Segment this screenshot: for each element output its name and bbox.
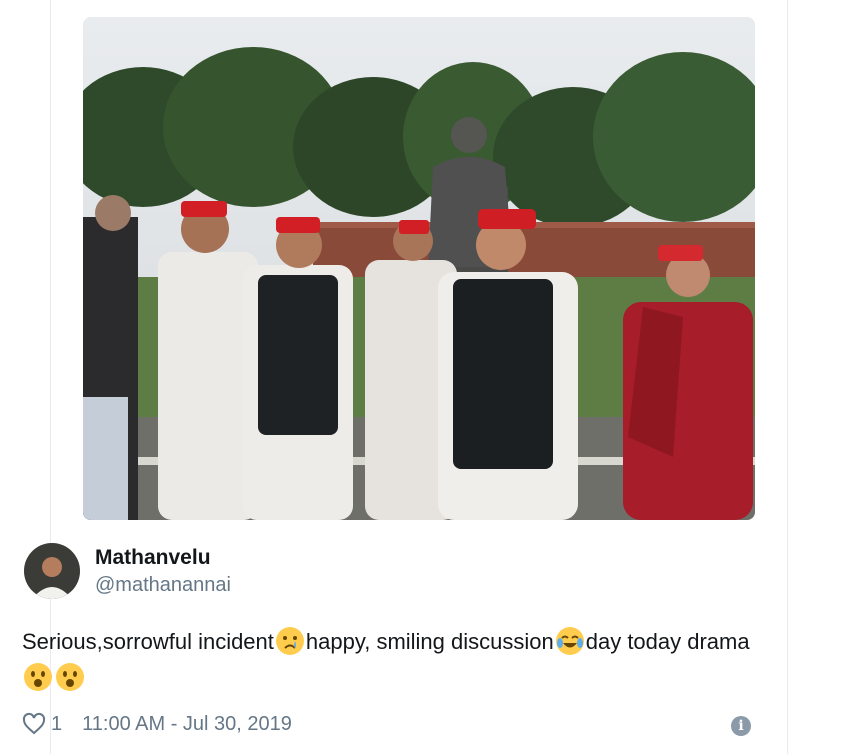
tweet-text-part-3: day today drama: [585, 629, 750, 654]
timeline-divider-right: [787, 0, 788, 754]
astonished-face-icon: [23, 662, 53, 692]
heart-icon[interactable]: [22, 712, 46, 736]
author-avatar[interactable]: [24, 543, 80, 599]
tweet-text: Serious,sorrowful incident happy, smiling…: [22, 624, 762, 696]
tweet-photo[interactable]: [83, 17, 755, 520]
crying-face-icon: [275, 626, 305, 656]
tears-of-joy-icon: [555, 626, 585, 656]
astonished-face-icon: [55, 662, 85, 692]
tweet-footer: 1 11:00 AM - Jul 30, 2019: [22, 708, 762, 740]
tweet-timestamp[interactable]: 11:00 AM - Jul 30, 2019: [82, 713, 292, 736]
author-name[interactable]: Mathanvelu: [95, 546, 211, 570]
tweet-text-part-2: happy, smiling discussion: [305, 629, 554, 654]
tweet-text-part-1: Serious,sorrowful incident: [22, 629, 274, 654]
like-count: 1: [51, 712, 63, 735]
info-icon[interactable]: i: [731, 716, 751, 736]
author-handle[interactable]: @mathanannai: [95, 574, 231, 597]
